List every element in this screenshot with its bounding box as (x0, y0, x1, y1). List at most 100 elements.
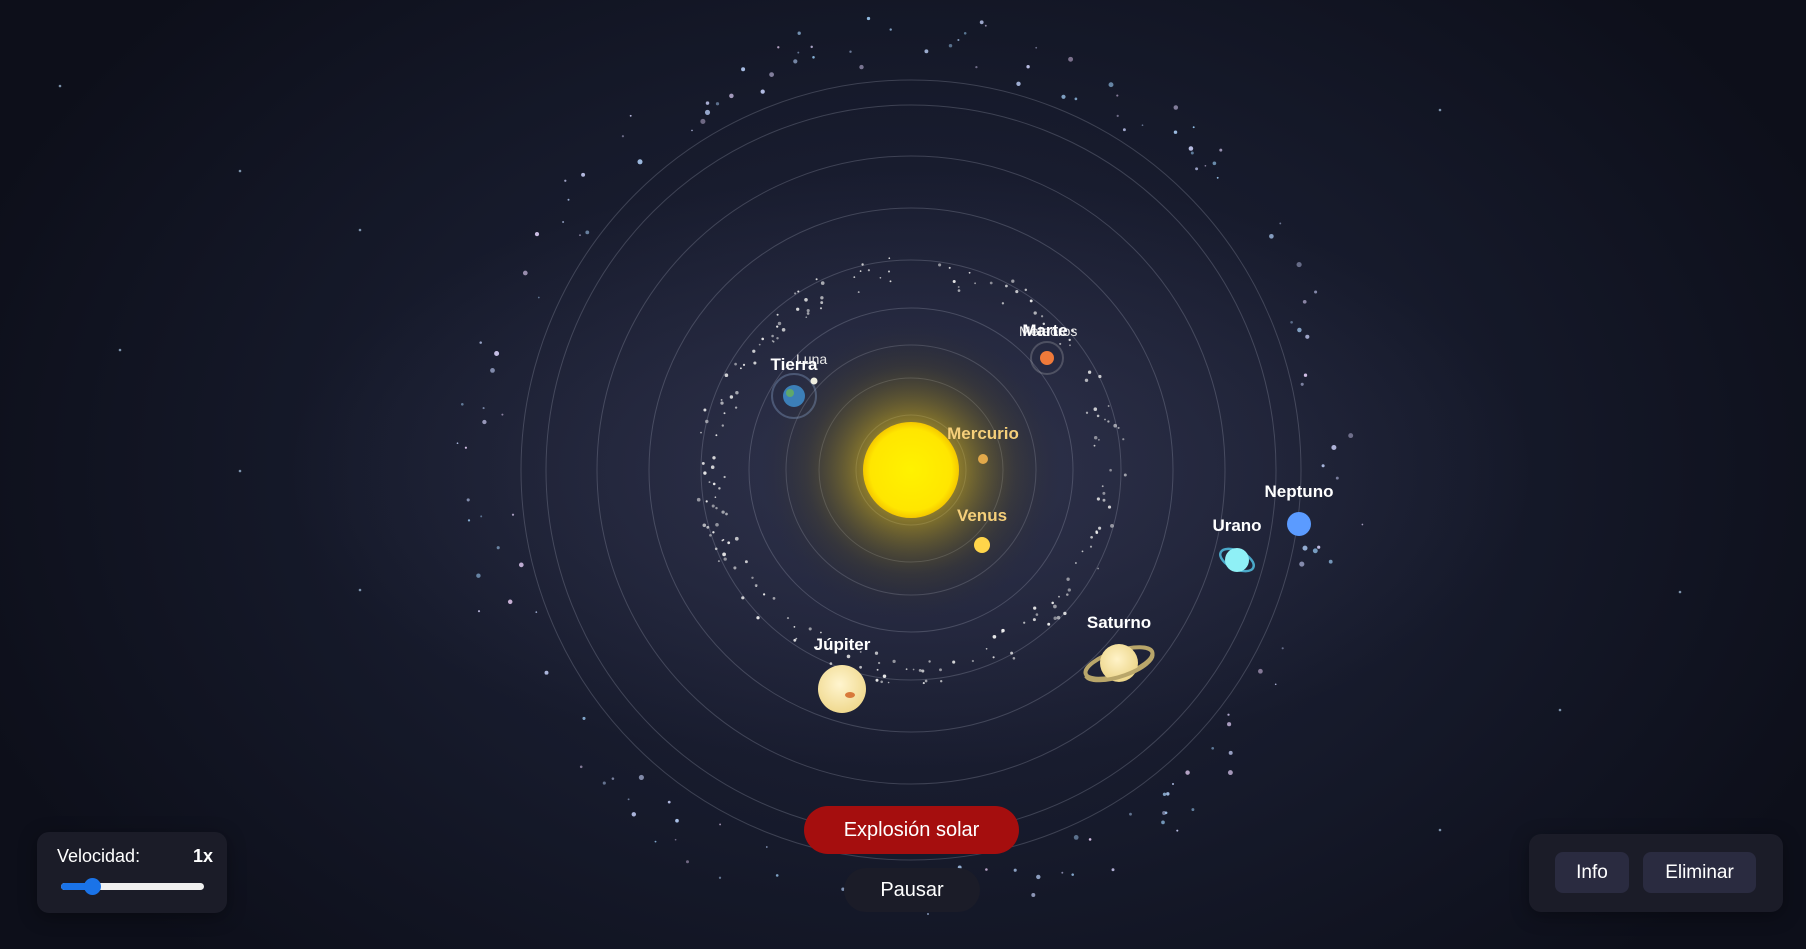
star (1108, 82, 1114, 88)
asteroid (879, 276, 882, 279)
star (1328, 559, 1333, 564)
asteroid (820, 296, 824, 300)
star (1281, 647, 1284, 650)
asteroid (815, 278, 818, 281)
asteroid (940, 680, 943, 683)
star (948, 43, 953, 48)
planet-luna[interactable] (810, 377, 818, 385)
star (482, 407, 485, 410)
star (1290, 320, 1293, 324)
asteroid (700, 431, 702, 434)
planet-neptuno[interactable] (1287, 512, 1311, 536)
star (859, 64, 864, 70)
star (705, 101, 710, 105)
speed-slider-thumb[interactable] (84, 878, 101, 895)
speed-slider[interactable] (61, 878, 204, 895)
asteroid (924, 679, 928, 683)
asteroid (928, 660, 931, 663)
speed-label: Velocidad: (57, 846, 141, 866)
info-button[interactable]: Info (1555, 852, 1629, 893)
asteroid (1081, 550, 1084, 553)
planet-marte[interactable] (1040, 351, 1054, 365)
asteroid (1096, 414, 1100, 418)
asteroid (1096, 497, 1100, 501)
asteroid (776, 325, 779, 328)
asteroid (819, 307, 823, 310)
star (1068, 56, 1074, 62)
star (1031, 893, 1036, 897)
delete-button[interactable]: Eliminar (1643, 852, 1756, 893)
pause-button[interactable]: Pausar (844, 868, 980, 912)
star (544, 670, 549, 675)
star (511, 513, 515, 516)
asteroid (880, 680, 883, 684)
star (718, 876, 722, 879)
star (1122, 128, 1126, 132)
asteroid (905, 668, 908, 671)
asteroid (1051, 601, 1054, 605)
asteroid (948, 266, 951, 269)
asteroid (754, 583, 758, 587)
star (1299, 561, 1305, 567)
star (1335, 476, 1339, 480)
sun[interactable] (863, 422, 959, 518)
asteroid (952, 660, 956, 664)
planet-mercurio[interactable] (978, 454, 988, 464)
star (579, 234, 581, 237)
star (1297, 327, 1302, 333)
asteroid (808, 627, 812, 631)
asteroid (1098, 526, 1102, 530)
asteroid (877, 661, 881, 665)
asteroid (876, 668, 879, 671)
star (1314, 290, 1318, 294)
star (1161, 820, 1165, 825)
asteroid (1093, 444, 1096, 447)
asteroid (1033, 311, 1037, 315)
asteroid (1032, 618, 1036, 622)
asteroid (968, 271, 971, 274)
star (1303, 373, 1308, 377)
star (1558, 708, 1562, 712)
star (467, 519, 471, 522)
asteroid (1097, 438, 1100, 441)
asteroid (735, 390, 739, 395)
asteroid (939, 668, 942, 672)
star (581, 172, 586, 177)
star (1073, 835, 1079, 840)
asteroid (714, 547, 718, 551)
asteroid (710, 465, 715, 469)
asteroid (805, 316, 808, 319)
asteroid (718, 487, 721, 490)
star (522, 270, 528, 276)
star (1258, 668, 1263, 674)
star (1190, 151, 1194, 155)
asteroid (733, 566, 737, 570)
planet-tierra[interactable] (783, 385, 805, 407)
planet-jupiter[interactable] (818, 665, 866, 713)
jupiter-red-spot (845, 692, 855, 698)
asteroid (1059, 342, 1062, 345)
star (1269, 233, 1274, 239)
solar-explosion-button[interactable]: Explosión solar (804, 806, 1019, 854)
asteroid (712, 456, 716, 460)
star (479, 341, 482, 344)
star (1321, 464, 1325, 468)
star (1228, 750, 1233, 755)
asteroid (714, 496, 717, 499)
star (118, 348, 122, 352)
asteroid (793, 638, 797, 642)
star (1305, 334, 1310, 339)
star (866, 16, 871, 21)
asteroid (1068, 338, 1071, 342)
star (477, 610, 481, 613)
speed-value: 1x (193, 846, 214, 866)
star (567, 198, 570, 201)
label-urano: Urano (1212, 516, 1261, 535)
planet-venus[interactable] (974, 537, 990, 553)
asteroid (709, 534, 712, 537)
asteroid (1015, 290, 1019, 294)
asteroid (875, 678, 879, 682)
star (464, 446, 467, 449)
asteroid (882, 674, 887, 679)
planet-urano[interactable] (1225, 548, 1249, 572)
